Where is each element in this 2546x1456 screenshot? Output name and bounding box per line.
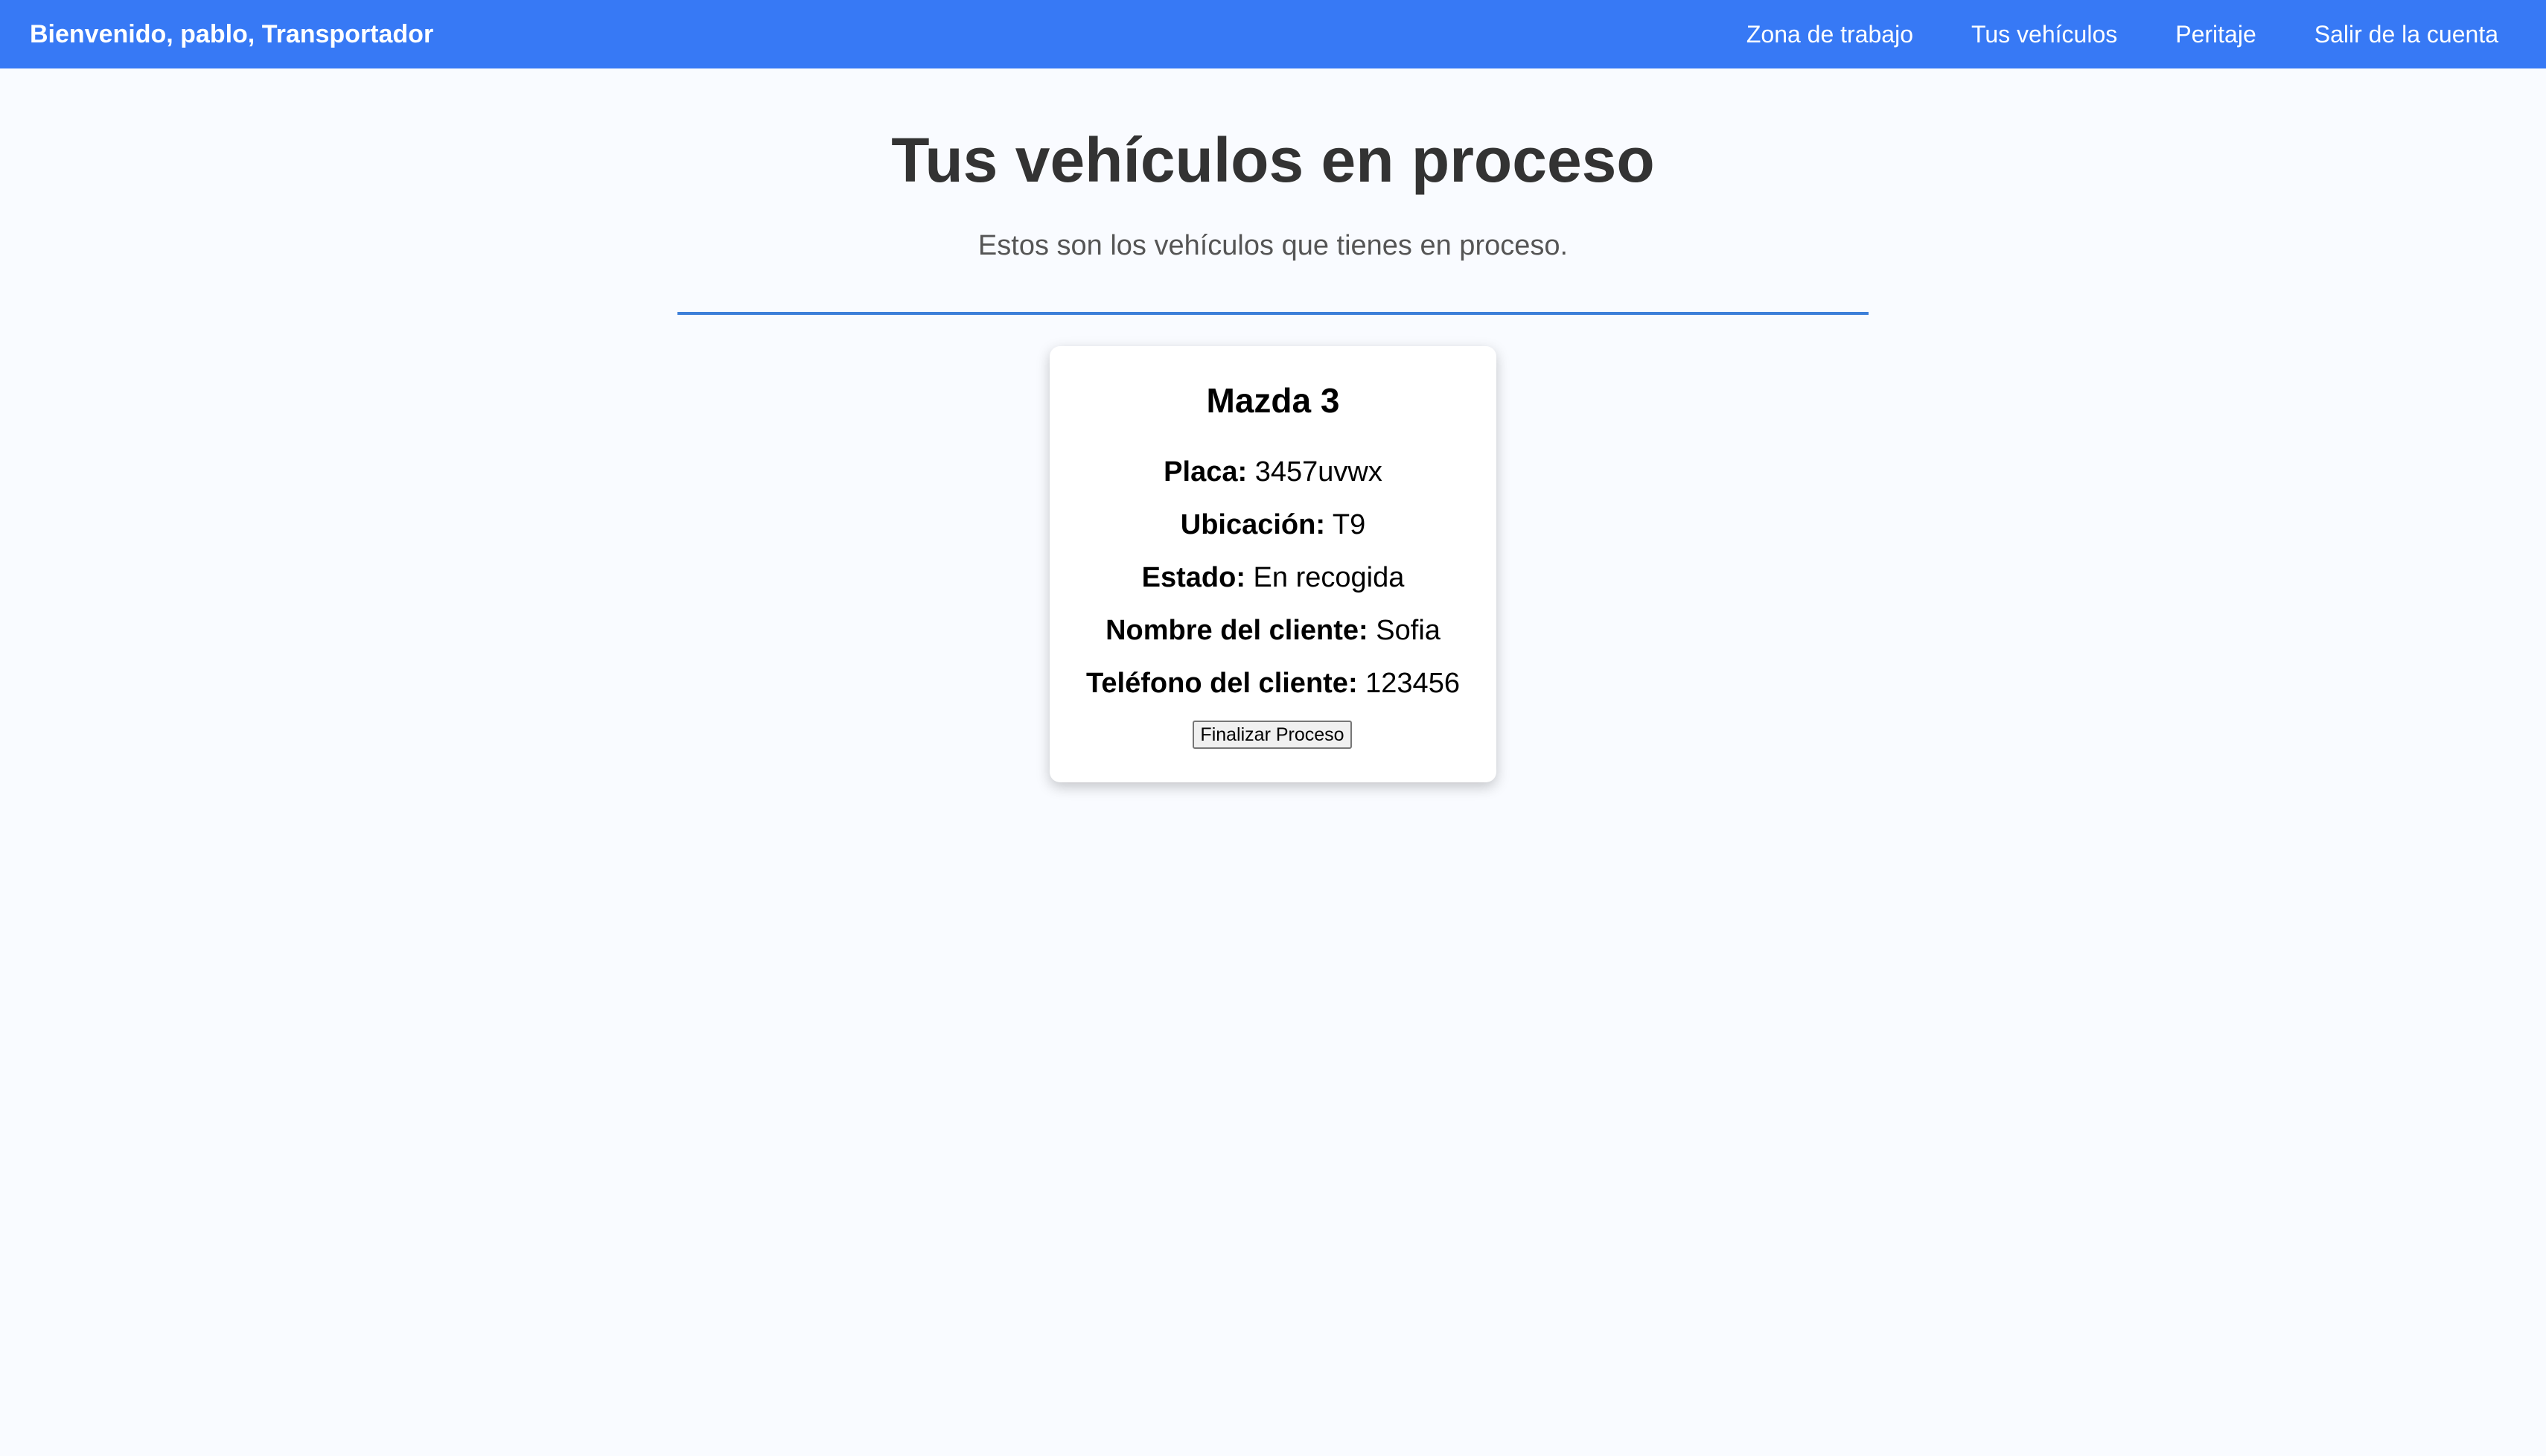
plate-value: 3457uvwx (1254, 456, 1382, 488)
client-phone-row: Teléfono del cliente: 123456 (1050, 665, 1496, 702)
vehicle-card: Mazda 3 Placa: 3457uvwx Ubicación: T9 Es… (1050, 346, 1496, 782)
nav-link-logout[interactable]: Salir de la cuenta (2314, 21, 2498, 48)
vehicle-location-row: Ubicación: T9 (1050, 506, 1496, 543)
client-phone-value: 123456 (1365, 668, 1460, 699)
nav-link-peritaje[interactable]: Peritaje (2175, 21, 2256, 48)
location-value: T9 (1332, 509, 1366, 540)
section-divider (677, 312, 1869, 315)
welcome-brand: Bienvenido, pablo, Transportador (30, 19, 434, 48)
plate-label: Placa: (1164, 456, 1248, 488)
vehicle-name: Mazda 3 (1206, 381, 1340, 420)
nav-link-tus-vehiculos[interactable]: Tus vehículos (1971, 21, 2117, 48)
client-name-value: Sofia (1376, 615, 1440, 646)
vehicle-status-row: Estado: En recogida (1050, 559, 1496, 596)
status-label: Estado: (1141, 562, 1245, 593)
top-navbar: Bienvenido, pablo, Transportador Zona de… (0, 0, 2546, 68)
nav-link-zona-de-trabajo[interactable]: Zona de trabajo (1746, 21, 1913, 48)
location-label: Ubicación: (1180, 509, 1325, 540)
status-value: En recogida (1253, 562, 1405, 593)
nav-links: Zona de trabajo Tus vehículos Peritaje S… (1746, 21, 2516, 48)
page-subtitle: Estos son los vehículos que tienes en pr… (977, 230, 1569, 261)
vehicle-plate-row: Placa: 3457uvwx (1050, 453, 1496, 491)
page-title: Tus vehículos en proceso (891, 125, 1655, 195)
finalize-process-button[interactable]: Finalizar Proceso (1193, 721, 1352, 749)
client-phone-label: Teléfono del cliente: (1086, 668, 1358, 699)
client-name-row: Nombre del cliente: Sofia (1050, 612, 1496, 649)
client-name-label: Nombre del cliente: (1106, 615, 1368, 646)
